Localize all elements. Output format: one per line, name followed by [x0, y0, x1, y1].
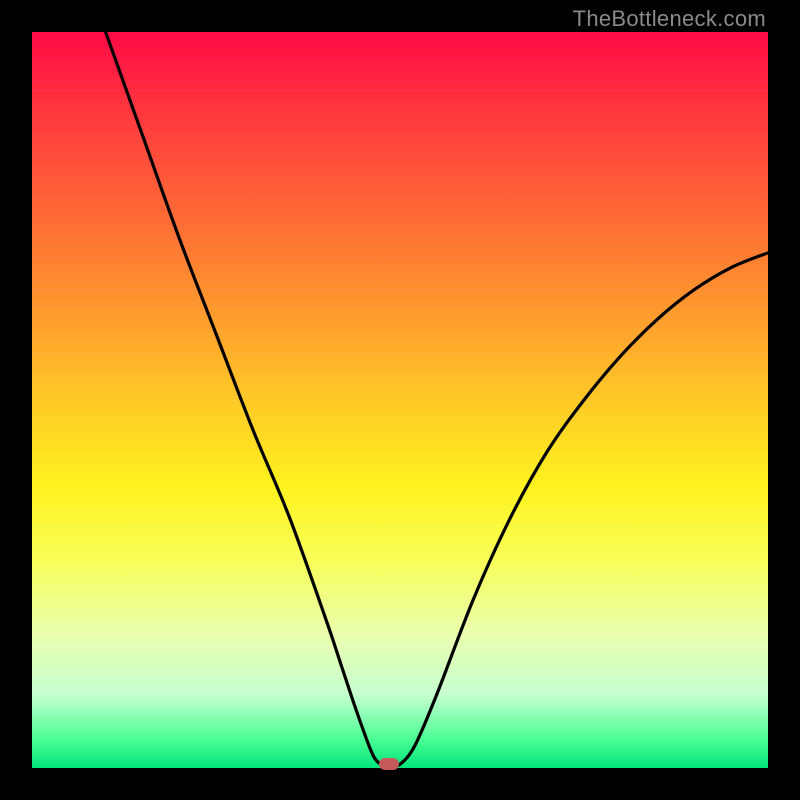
watermark-text: TheBottleneck.com: [573, 6, 766, 32]
plot-area: [32, 32, 768, 768]
bottleneck-curve: [106, 32, 768, 766]
optimal-marker: [379, 758, 399, 770]
curve-svg: [32, 32, 768, 768]
chart-frame: TheBottleneck.com: [0, 0, 800, 800]
